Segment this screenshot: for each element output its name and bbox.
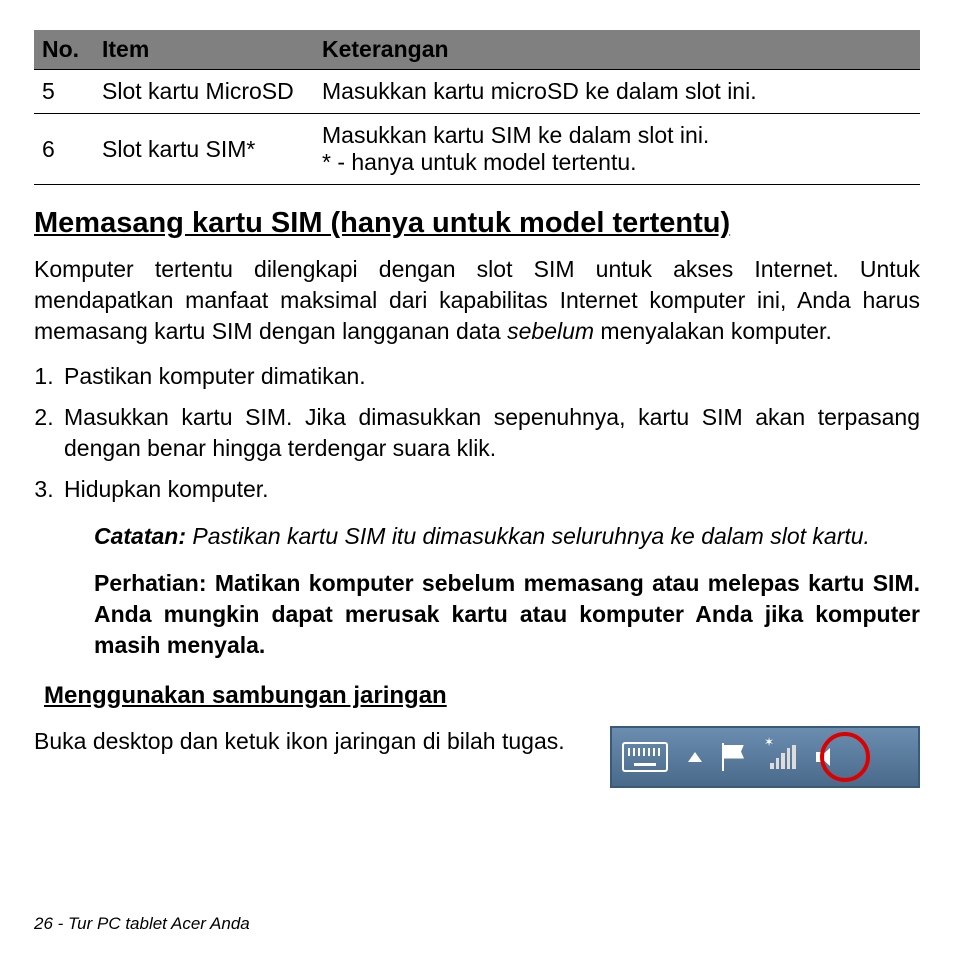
step-item: Hidupkan komputer. bbox=[60, 474, 920, 505]
note-label: Catatan: bbox=[94, 523, 186, 549]
taskbar-screenshot bbox=[610, 726, 920, 796]
cell-desc: Masukkan kartu SIM ke dalam slot ini. * … bbox=[314, 114, 920, 185]
th-desc: Keterangan bbox=[314, 30, 920, 70]
taskbar bbox=[610, 726, 920, 788]
step-item: Masukkan kartu SIM. Jika dimasukkan sepe… bbox=[60, 402, 920, 464]
action-center-flag-icon bbox=[722, 743, 750, 771]
note-text: Pastikan kartu SIM itu dimasukkan seluru… bbox=[186, 523, 870, 549]
table-row: 6 Slot kartu SIM* Masukkan kartu SIM ke … bbox=[34, 114, 920, 185]
keyboard-icon bbox=[622, 742, 668, 772]
show-hidden-icons-icon bbox=[688, 752, 702, 762]
speaker-icon bbox=[816, 746, 838, 768]
note-block: Catatan: Pastikan kartu SIM itu dimasukk… bbox=[94, 521, 920, 552]
spec-table: No. Item Keterangan 5 Slot kartu MicroSD… bbox=[34, 30, 920, 185]
table-row: 5 Slot kartu MicroSD Masukkan kartu micr… bbox=[34, 70, 920, 114]
subsection-body: Buka desktop dan ketuk ikon jaringan di … bbox=[34, 726, 590, 757]
intro-em: sebelum bbox=[507, 318, 594, 344]
intro-paragraph: Komputer tertentu dilengkapi dengan slot… bbox=[34, 254, 920, 347]
subsection-heading: Menggunakan sambungan jaringan bbox=[44, 682, 920, 710]
page-footer: 26 - Tur PC tablet Acer Anda bbox=[34, 914, 250, 934]
th-item: Item bbox=[94, 30, 314, 70]
network-signal-icon bbox=[770, 745, 796, 769]
cell-no: 6 bbox=[34, 114, 94, 185]
step-item: Pastikan komputer dimatikan. bbox=[60, 361, 920, 392]
steps-list: Pastikan komputer dimatikan. Masukkan ka… bbox=[34, 361, 920, 505]
intro-post: menyalakan komputer. bbox=[594, 318, 832, 344]
cell-no: 5 bbox=[34, 70, 94, 114]
warning-block: Perhatian: Matikan komputer sebelum mema… bbox=[94, 568, 920, 661]
section-heading: Memasang kartu SIM (hanya untuk model te… bbox=[34, 207, 920, 240]
cell-item: Slot kartu SIM* bbox=[94, 114, 314, 185]
cell-desc: Masukkan kartu microSD ke dalam slot ini… bbox=[314, 70, 920, 114]
cell-item: Slot kartu MicroSD bbox=[94, 70, 314, 114]
th-no: No. bbox=[34, 30, 94, 70]
